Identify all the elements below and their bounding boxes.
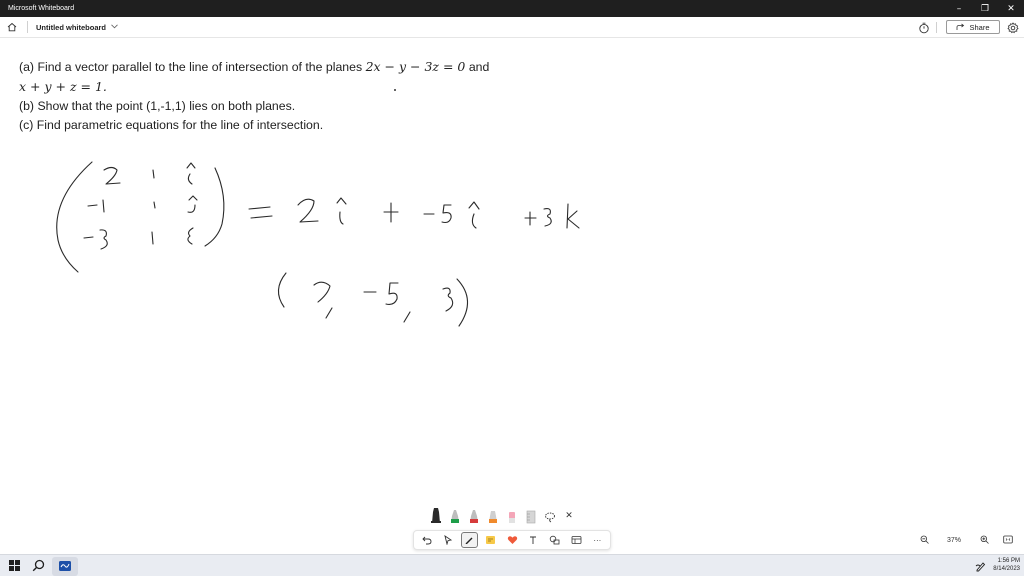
ink-2 — [297, 198, 319, 223]
ink-minus-5 — [423, 204, 452, 224]
ink-equals — [248, 206, 273, 219]
system-clock[interactable]: 1:56 PM 8/14/2023 — [993, 557, 1020, 573]
pen-menu-icon[interactable] — [975, 559, 989, 573]
create-toolbar: ··· — [413, 530, 611, 550]
zoom-out-icon[interactable] — [912, 535, 936, 546]
ink-2b — [313, 281, 331, 303]
lasso-icon[interactable] — [543, 506, 557, 524]
green-pen-icon[interactable] — [448, 506, 462, 524]
red-pen-icon[interactable] — [467, 506, 481, 524]
ink-mark-1b — [153, 201, 156, 209]
ink-mark-1 — [152, 169, 155, 179]
fit-to-screen-icon[interactable] — [996, 535, 1020, 546]
zoom-in-icon[interactable] — [972, 535, 996, 546]
close-tray-button[interactable]: ✕ — [562, 510, 576, 521]
whiteboard-app-icon[interactable] — [58, 559, 72, 573]
handwritten-ink — [56, 161, 580, 327]
inking-pen-icon[interactable] — [460, 532, 479, 548]
eraser-icon[interactable] — [505, 506, 519, 524]
ink-right-paren — [204, 167, 225, 247]
clock-time: 1:56 PM — [997, 558, 1020, 564]
shapes-icon[interactable] — [546, 532, 563, 548]
ruler-icon[interactable] — [524, 506, 538, 524]
zoom-level[interactable]: 37% — [936, 537, 972, 544]
ink-j — [468, 201, 480, 229]
ink-plus — [383, 202, 399, 223]
ink-paren-open — [277, 272, 287, 308]
zoom-controls: 37% — [912, 530, 1020, 550]
ink-comma — [325, 307, 333, 319]
undo-icon[interactable] — [418, 532, 435, 548]
ink-i-hat — [186, 162, 196, 185]
select-pointer-icon[interactable] — [439, 532, 456, 548]
ink-plus-2 — [524, 211, 537, 226]
more-options-button[interactable]: ··· — [589, 532, 606, 548]
ink-k-hat — [187, 227, 194, 245]
taskbar: 1:56 PM 8/14/2023 — [0, 554, 1024, 576]
reaction-heart-icon[interactable] — [503, 532, 520, 548]
ink-minus-3 — [83, 229, 108, 250]
ink-minus-1 — [87, 199, 105, 213]
ink-3b — [442, 287, 454, 312]
ink-k — [566, 203, 580, 229]
ink-3 — [543, 208, 552, 227]
orange-highlighter-icon[interactable] — [486, 506, 500, 524]
clock-date: 8/14/2023 — [993, 566, 1020, 572]
sticky-note-icon[interactable] — [482, 532, 499, 548]
ink-digit-2 — [103, 166, 121, 185]
ink-left-paren — [56, 161, 93, 273]
pen-tray: ✕ — [423, 505, 599, 525]
ink-i — [336, 197, 347, 225]
templates-icon[interactable] — [567, 532, 584, 548]
text-tool-icon[interactable] — [525, 532, 542, 548]
ink-mark-1c — [151, 231, 154, 245]
black-pen-icon[interactable] — [429, 506, 443, 524]
ink-paren-close — [456, 278, 469, 327]
ink-comma-2 — [403, 311, 411, 323]
search-icon[interactable] — [32, 559, 46, 573]
ink-minus-5b — [363, 282, 399, 305]
ink-j-hat — [187, 195, 198, 213]
windows-start-icon[interactable] — [8, 559, 22, 573]
